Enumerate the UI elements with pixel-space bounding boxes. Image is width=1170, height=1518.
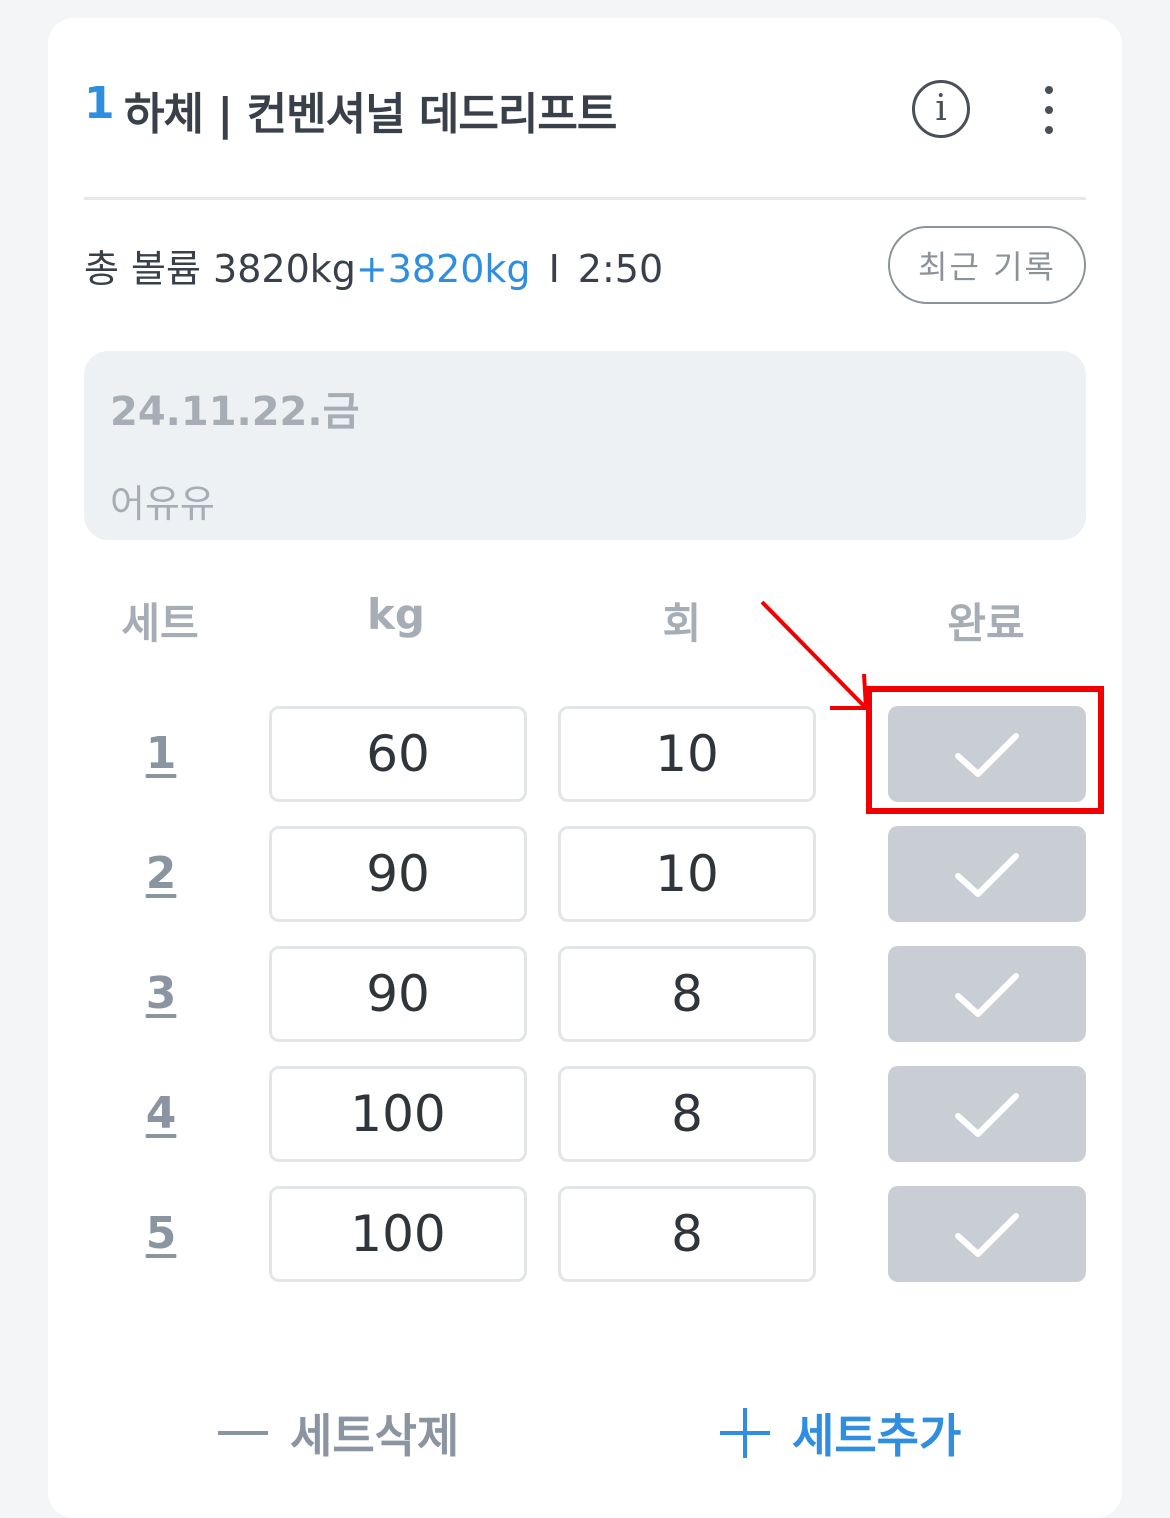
minus-icon <box>218 1431 268 1435</box>
memo-box[interactable]: 24.11.22.금 어유유 <box>84 351 1086 540</box>
column-header-kg: kg <box>367 590 425 639</box>
checkmark-icon <box>955 853 1019 897</box>
exercise-header: 1 하체 | 컨벤셔널 데드리프트 i <box>84 72 1086 144</box>
column-header-done: 완료 <box>947 599 1025 648</box>
checkmark-icon <box>955 973 1019 1017</box>
column-header-set: 세트 <box>121 599 199 648</box>
reps-input-4[interactable]: 8 <box>558 1066 816 1162</box>
memo-date: 24.11.22.금 <box>110 389 360 435</box>
exercise-title: 하체 | 컨벤셔널 데드리프트 <box>124 89 617 140</box>
total-volume: 총 볼륨 3820kg <box>84 247 356 291</box>
annotation-arrow-icon <box>760 600 869 710</box>
add-set-button[interactable]: 세트추가 <box>720 1398 961 1468</box>
kg-input-2[interactable]: 90 <box>269 826 527 922</box>
kg-input-4[interactable]: 100 <box>269 1066 527 1162</box>
header-divider <box>84 197 1086 200</box>
memo-text: 어유유 <box>110 482 215 526</box>
done-button-4[interactable] <box>888 1066 1086 1162</box>
kg-input-1[interactable]: 60 <box>269 706 527 802</box>
highlight-box <box>866 686 1104 814</box>
volume-summary: 총 볼륨 3820kg+3820kg I 2:50 <box>84 238 663 294</box>
remove-set-button[interactable]: 세트삭제 <box>218 1398 459 1468</box>
reps-input-5[interactable]: 8 <box>558 1186 816 1282</box>
exercise-index: 1 <box>84 78 115 129</box>
done-button-5[interactable] <box>888 1186 1086 1282</box>
added-volume: +3820kg <box>355 247 531 291</box>
reps-input-1[interactable]: 10 <box>558 706 816 802</box>
set-number-2[interactable]: 2 <box>131 848 191 899</box>
checkmark-icon <box>955 1213 1019 1257</box>
done-button-3[interactable] <box>888 946 1086 1042</box>
remove-set-label: 세트삭제 <box>290 1409 460 1463</box>
add-set-label: 세트추가 <box>792 1409 962 1463</box>
set-number-1[interactable]: 1 <box>131 728 191 779</box>
done-button-2[interactable] <box>888 826 1086 922</box>
kg-input-5[interactable]: 100 <box>269 1186 527 1282</box>
recent-records-button[interactable]: 최근 기록 <box>888 226 1086 304</box>
plus-icon <box>720 1408 770 1458</box>
info-icon[interactable]: i <box>912 80 970 138</box>
set-number-3[interactable]: 3 <box>131 968 191 1019</box>
more-vertical-icon[interactable] <box>1034 80 1064 140</box>
checkmark-icon <box>955 1093 1019 1137</box>
elapsed-time: 2:50 <box>577 247 664 291</box>
column-header-reps: 회 <box>662 599 702 648</box>
summary-separator: I <box>548 247 560 291</box>
set-number-4[interactable]: 4 <box>131 1088 191 1139</box>
kg-input-3[interactable]: 90 <box>269 946 527 1042</box>
set-number-5[interactable]: 5 <box>131 1208 191 1259</box>
reps-input-3[interactable]: 8 <box>558 946 816 1042</box>
reps-input-2[interactable]: 10 <box>558 826 816 922</box>
